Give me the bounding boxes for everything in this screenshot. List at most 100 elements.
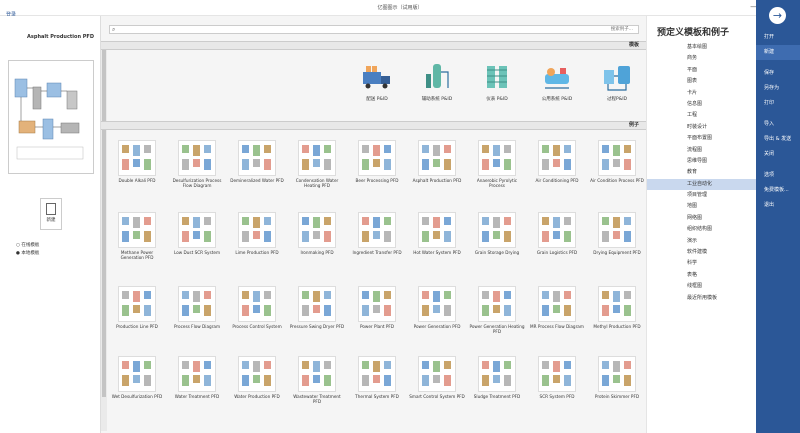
example-card[interactable]: MR Process Flow Diagram: [529, 286, 585, 340]
example-card[interactable]: Sludge Treatment PFD: [469, 356, 525, 410]
category-item[interactable]: 软件建模: [647, 247, 756, 258]
example-card[interactable]: Condensation Water Heating PFD: [289, 140, 345, 194]
new-document-button[interactable]: 新建: [40, 198, 62, 230]
title-bar: 亿图图示（试用版） 登录 — ☐ ✕: [0, 0, 800, 18]
example-card[interactable]: Methyl Production PFD: [589, 286, 645, 340]
example-card[interactable]: Pressure Swing Dryer PFD: [289, 286, 345, 340]
example-card[interactable]: Water Treatment PFD: [169, 356, 225, 410]
example-card[interactable]: Low Dust SCR System: [169, 212, 225, 266]
category-item[interactable]: 商务: [647, 53, 756, 64]
search-icon[interactable]: ⌕: [112, 26, 115, 34]
category-item[interactable]: 网络图: [647, 213, 756, 224]
example-label: SCR System PFD: [539, 394, 575, 399]
nav-item[interactable]: 新建: [756, 45, 800, 60]
example-label: Thermal System PFD: [355, 394, 399, 399]
example-card[interactable]: Wet Desulfurization PFD: [109, 356, 165, 410]
example-thumbnail: [178, 212, 216, 248]
nav-item[interactable]: 打开: [756, 30, 800, 45]
example-card[interactable]: Thermal System PFD: [349, 356, 405, 410]
example-card[interactable]: Ingredient Transfer PFD: [349, 212, 405, 266]
category-item[interactable]: 教育: [647, 167, 756, 178]
nav-item[interactable]: 退出: [756, 198, 800, 213]
example-card[interactable]: Air Conditioning PFD: [529, 140, 585, 194]
local-template-option[interactable]: ● 本地模板: [16, 250, 39, 256]
nav-item[interactable]: 导入: [756, 117, 800, 132]
process-pid-icon: [600, 60, 634, 94]
example-card[interactable]: Protein Skimmer PFD: [589, 356, 645, 410]
search-box[interactable]: ⌕: [109, 25, 639, 34]
example-label: Lime Production PFD: [235, 250, 279, 255]
category-item[interactable]: 图表: [647, 76, 756, 87]
example-card[interactable]: Hot Water System PFD: [409, 212, 465, 266]
example-card[interactable]: Production Line PFD: [109, 286, 165, 340]
templates-header: 模板: [101, 41, 647, 50]
example-card[interactable]: Smart Control System PFD: [409, 356, 465, 410]
example-card[interactable]: SCR System PFD: [529, 356, 585, 410]
example-card[interactable]: Drying Equipment PFD: [589, 212, 645, 266]
example-card[interactable]: Wastewater Treatment PFD: [289, 356, 345, 410]
category-item[interactable]: 项目管理: [647, 190, 756, 201]
category-item[interactable]: 表格: [647, 270, 756, 281]
example-card[interactable]: Asphalt Production PFD: [409, 140, 465, 194]
nav-item[interactable]: 导出 & 发送: [756, 132, 800, 147]
example-card[interactable]: Double Alkali PFD: [109, 140, 165, 194]
scrollbar[interactable]: [101, 43, 107, 431]
category-item[interactable]: 组织结构图: [647, 224, 756, 235]
example-card[interactable]: Lime Production PFD: [229, 212, 285, 266]
example-card[interactable]: Grain Logistics PFD: [529, 212, 585, 266]
nav-item[interactable]: 关闭: [756, 147, 800, 162]
search-input[interactable]: [110, 26, 638, 33]
example-card[interactable]: Water Production PFD: [229, 356, 285, 410]
nav-item[interactable]: 另存为: [756, 81, 800, 96]
example-thumbnail: [418, 286, 456, 322]
category-item[interactable]: 基本绘图: [647, 42, 756, 53]
category-item[interactable]: 卡片: [647, 88, 756, 99]
template-card[interactable]: 仪表 P&ID: [467, 60, 527, 102]
example-label: Ironmaking PFD: [300, 250, 334, 255]
category-item[interactable]: 线框图: [647, 281, 756, 292]
category-item[interactable]: 演示: [647, 236, 756, 247]
nav-item[interactable]: 免费模板...: [756, 183, 800, 198]
category-item[interactable]: 平面布置图: [647, 133, 756, 144]
category-item[interactable]: 流程图: [647, 145, 756, 156]
example-thumbnail: [478, 140, 516, 176]
nav-item[interactable]: 选项: [756, 168, 800, 183]
example-card[interactable]: Process Control System: [229, 286, 285, 340]
example-card[interactable]: Power Plant PFD: [349, 286, 405, 340]
example-thumbnail: [118, 356, 156, 392]
category-item[interactable]: 地图: [647, 201, 756, 212]
category-item[interactable]: 时装设计: [647, 122, 756, 133]
back-arrow-icon[interactable]: →: [769, 7, 786, 24]
category-item[interactable]: 平面: [647, 65, 756, 76]
example-card[interactable]: Power Generation PFD: [409, 286, 465, 340]
template-card[interactable]: 过程P&ID: [587, 60, 647, 102]
example-card[interactable]: Ironmaking PFD: [289, 212, 345, 266]
online-template-option[interactable]: ○ 在线模板: [16, 242, 39, 248]
category-item[interactable]: 工程: [647, 110, 756, 121]
example-card[interactable]: Demineralized Water PFD: [229, 140, 285, 194]
category-item[interactable]: 工业自动化: [647, 178, 756, 191]
category-item[interactable]: 最近所用模板: [647, 293, 756, 304]
example-card[interactable]: Process Flow Diagram: [169, 286, 225, 340]
template-card[interactable]: 辅助系统 P&ID: [407, 60, 467, 102]
example-label: Power Generation Heating PFD: [469, 324, 525, 334]
category-item[interactable]: 信息图: [647, 99, 756, 110]
category-item[interactable]: 科学: [647, 258, 756, 269]
example-card[interactable]: Air Condition Process PFD: [589, 140, 645, 194]
example-card[interactable]: Power Generation Heating PFD: [469, 286, 525, 340]
template-card[interactable]: 公用系统 P&ID: [527, 60, 587, 102]
template-card[interactable]: 配送 P&ID: [347, 60, 407, 102]
nav-item[interactable]: 保存: [756, 66, 800, 81]
example-card[interactable]: Desulfurization Process Flow Diagram: [169, 140, 225, 194]
nav-item[interactable]: 打印: [756, 96, 800, 111]
example-label: Production Line PFD: [116, 324, 158, 329]
example-card[interactable]: Methane Power Generation PFD: [109, 212, 165, 266]
example-card[interactable]: Anaerobic Pyrolytic Process: [469, 140, 525, 194]
example-label: Protein Skimmer PFD: [594, 394, 640, 399]
example-thumbnail: [238, 286, 276, 322]
example-card[interactable]: Beer Processing PFD: [349, 140, 405, 194]
example-card[interactable]: Grain Storage Drying: [469, 212, 525, 266]
scrollbar-thumb[interactable]: [102, 45, 106, 397]
category-item[interactable]: 思维导图: [647, 156, 756, 167]
auxiliary-pid-icon: [420, 60, 454, 94]
